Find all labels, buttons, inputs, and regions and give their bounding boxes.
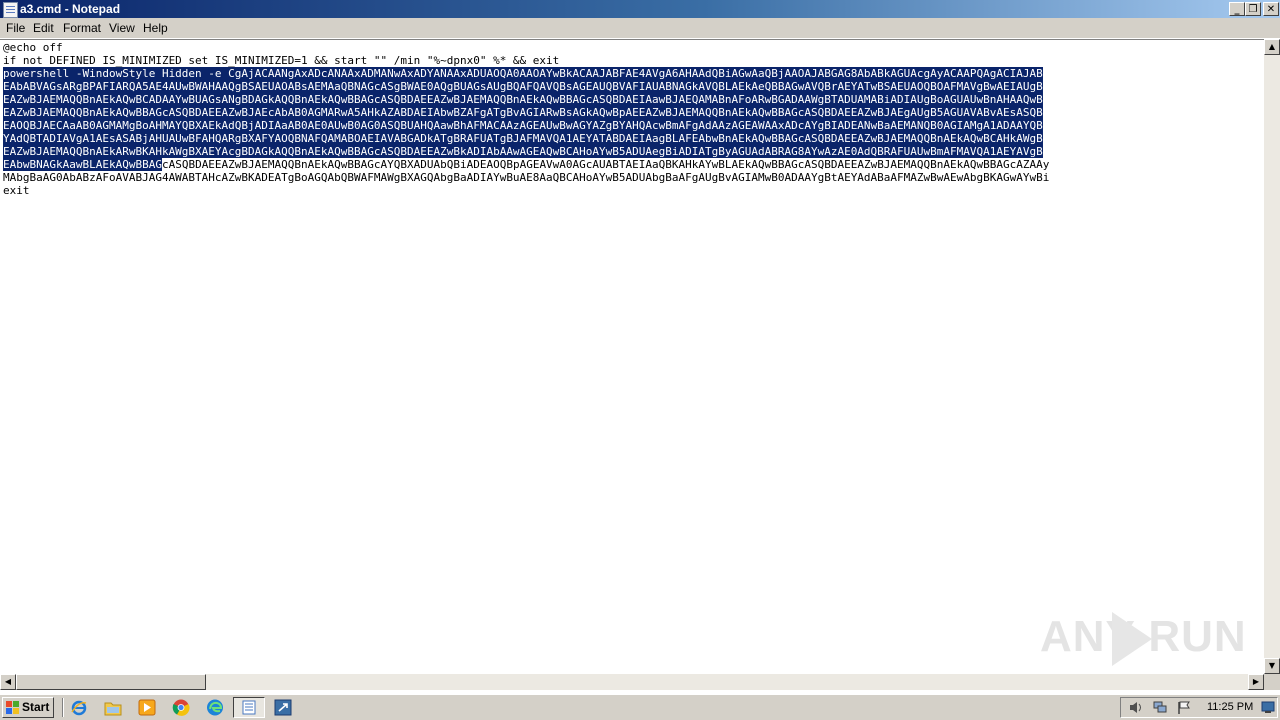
ie-icon[interactable] [70, 699, 88, 716]
clock[interactable]: 11:25 PM [1207, 701, 1253, 713]
network-icon[interactable] [1153, 701, 1167, 714]
media-player-icon[interactable] [138, 699, 156, 716]
chrome-icon[interactable] [172, 699, 190, 716]
edge-icon[interactable] [206, 699, 224, 716]
horizontal-scrollbar[interactable]: ◀ ▶ [0, 674, 1264, 690]
volume-icon[interactable] [1129, 701, 1143, 714]
desktop-icon[interactable] [1261, 701, 1275, 714]
horizontal-scroll-thumb[interactable] [16, 674, 206, 690]
minimize-button[interactable]: _ [1229, 2, 1245, 16]
system-tray: 11:25 PM [1120, 697, 1278, 718]
windows-logo-icon [6, 701, 19, 714]
title-bar: a3.cmd - Notepad _ ❐ ✕ [0, 0, 1280, 18]
scroll-right-arrow-icon[interactable]: ▶ [1248, 674, 1264, 690]
watermark-play-icon [1112, 612, 1152, 666]
close-button[interactable]: ✕ [1263, 2, 1279, 16]
selected-text: EAZwBJAEMAQQBnAEkARwBKAHkAWgBXAEYAcgBDAG… [3, 145, 1043, 158]
start-label: Start [22, 700, 50, 714]
text-editor[interactable]: @echo off if not DEFINED IS_MINIMIZED se… [0, 39, 1264, 675]
start-button[interactable]: Start [2, 697, 54, 718]
menu-help[interactable]: Help [143, 21, 168, 35]
selected-text: YAdQBTADIAVgA1AEsASABjAHUAUwBFAHQARgBXAF… [3, 132, 1043, 145]
menu-edit[interactable]: Edit [33, 21, 54, 35]
notepad-task-button[interactable] [233, 697, 265, 718]
folder-icon[interactable] [104, 699, 122, 716]
menu-bar: File Edit Format View Help [0, 18, 1280, 38]
vertical-scrollbar[interactable]: ▲ ▼ [1264, 39, 1280, 674]
notepad-icon [242, 700, 256, 715]
text-segment: cASQBDAEEAZwBJAEMAQQBnAEkAQwBBAGcAYQBXAD… [161, 158, 1050, 171]
menu-file[interactable]: File [6, 21, 25, 35]
notepad-app-icon[interactable] [3, 2, 18, 18]
scroll-left-arrow-icon[interactable]: ◀ [0, 674, 16, 690]
taskbar-separator [62, 698, 64, 717]
flag-icon[interactable] [1177, 701, 1191, 714]
menu-view[interactable]: View [109, 21, 135, 35]
text-line: @echo off [3, 41, 63, 54]
selected-text: EAbABVAGsARgBPAFIARQA5AE4AUwBWAHAAQgBSAE… [3, 80, 1043, 93]
taskbar: Start 11:25 PM [0, 694, 1280, 720]
text-line: MAbgBaAG0AbABzAFoAVABJAG4AWABTAHcAZwBKAD… [3, 171, 1050, 184]
menu-format[interactable]: Format [63, 21, 101, 35]
scrollbar-corner [1264, 674, 1280, 690]
selected-text: EAbwBNAGkAawBLAEkAQwBBAG [3, 158, 162, 171]
text-line: exit [3, 184, 30, 197]
selected-text: powershell -WindowStyle Hidden -e CgAjAC… [3, 67, 1043, 80]
selected-text: EAZwBJAEMAQQBnAEkAQwBCADAAYwBUAGsANgBDAG… [3, 93, 1043, 106]
scroll-down-arrow-icon[interactable]: ▼ [1264, 658, 1280, 674]
selected-text: EAOQBJAECAaAB0AGMAMgBoAHMAYQBXAEkAdQBjAD… [3, 119, 1043, 132]
remote-icon[interactable] [274, 699, 292, 716]
selected-text: EAZwBJAEMAQQBnAEkAQwBBAGcASQBDAEEAZwBJAE… [3, 106, 1043, 119]
window-title: a3.cmd - Notepad [20, 2, 121, 16]
text-line: if not DEFINED IS_MINIMIZED set IS_MINIM… [3, 54, 560, 67]
scroll-up-arrow-icon[interactable]: ▲ [1264, 39, 1280, 55]
restore-button[interactable]: ❐ [1245, 2, 1261, 16]
